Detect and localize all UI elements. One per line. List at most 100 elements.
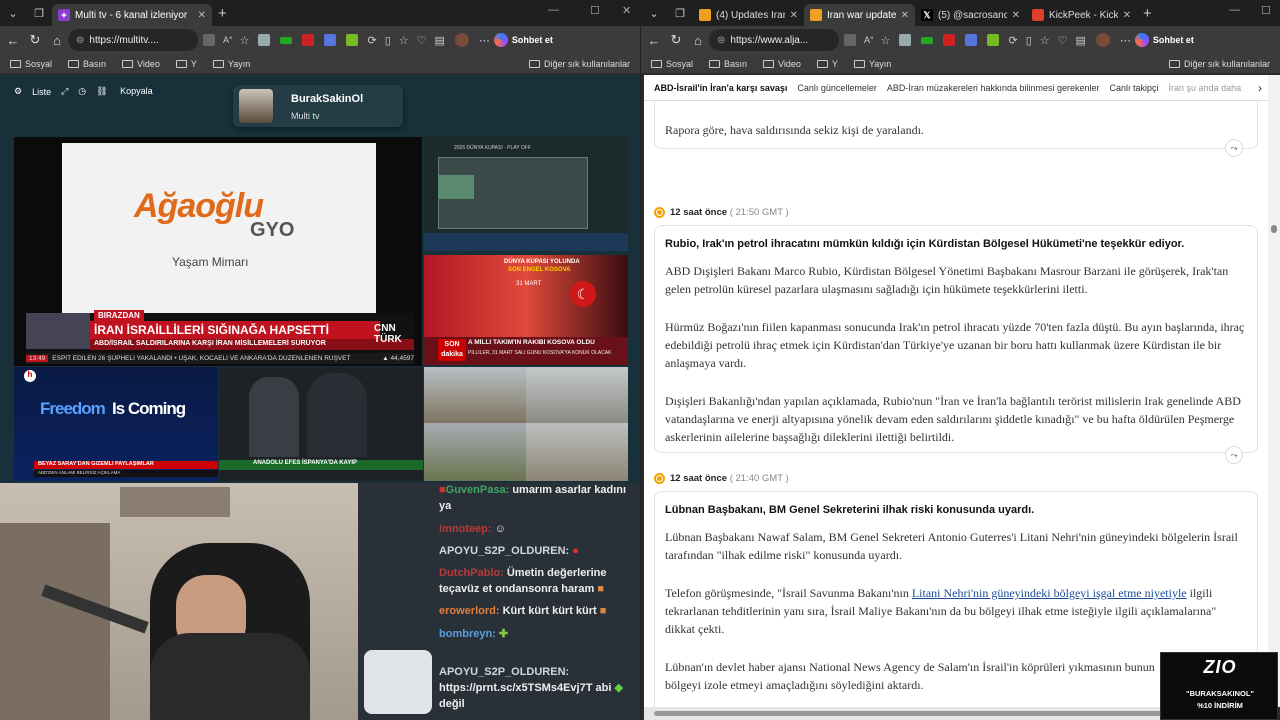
extensions-icon[interactable]: ⟳ — [1008, 34, 1017, 47]
translate-icon[interactable] — [203, 34, 215, 46]
ext-icon-2[interactable] — [280, 36, 293, 44]
extensions-icon[interactable]: ⟳ — [367, 34, 376, 47]
read-aloud-icon[interactable]: A° — [223, 35, 233, 45]
refresh-icon[interactable]: ↻ — [24, 32, 46, 48]
list-button[interactable]: Liste — [32, 87, 51, 97]
more-icon[interactable]: ⋯ — [1120, 34, 1131, 47]
ext-icon-2[interactable] — [921, 36, 934, 44]
close-tab-icon[interactable]: ✕ — [1123, 10, 1131, 21]
tab-menu-icon[interactable]: ⌄ — [641, 0, 667, 26]
back-icon[interactable]: ← — [2, 33, 24, 48]
vertical-scrollbar[interactable] — [1268, 75, 1280, 707]
close-tab-icon[interactable]: ✕ — [790, 10, 798, 21]
collections-icon[interactable]: ♡ — [1058, 34, 1068, 47]
ext-icon-3[interactable] — [302, 34, 315, 46]
subnav-item-active[interactable]: ABD-İsrail'in İran'a karşı savaşı — [654, 83, 787, 93]
main-stream-tile[interactable]: Ağaoğlu GYO Yaşam Mimarı BIRAZDAN İRAN İ… — [14, 137, 422, 366]
profile-avatar[interactable] — [1095, 33, 1110, 47]
home-icon[interactable]: ⌂ — [46, 33, 68, 48]
timer-icon[interactable]: ◷ — [78, 86, 86, 97]
ext-icon-4[interactable] — [324, 34, 337, 46]
bookmark-folder[interactable]: Basın — [709, 59, 747, 69]
close-window-icon[interactable]: ✕ — [622, 4, 631, 17]
city-cam-2 — [526, 367, 628, 423]
more-icon[interactable]: ⋯ — [479, 34, 490, 47]
favorite-star-icon[interactable]: ☆ — [881, 34, 891, 47]
channel-card[interactable]: BurakSakinOl Multi tv — [233, 85, 403, 127]
bookmark-folder[interactable]: Basın — [68, 59, 106, 69]
tab-updates-iran[interactable]: (4) Updates Iran war ✕ — [693, 4, 804, 26]
other-bookmarks[interactable]: Diğer sık kullanılanlar — [1168, 59, 1270, 69]
article-link[interactable]: Litani Nehri'nin güneyindeki bölgeyi işg… — [912, 586, 1187, 600]
bookmark-folder[interactable]: Yayın — [212, 59, 250, 69]
subnav-item[interactable]: Canlı takipçi — [1110, 83, 1159, 93]
stream-tile-kosova[interactable]: DÜNYA KUPASI YOLUNDA SON ENGEL KOSOVA 31… — [424, 255, 628, 365]
ext-icon-4[interactable] — [965, 34, 978, 46]
other-bookmarks[interactable]: Diğer sık kullanılanlar — [528, 59, 630, 69]
stream-tile-freedom[interactable]: h Freedom Is Coming BEYAZ SARAY'DAN GİZE… — [14, 367, 218, 481]
stream-tile-worldcup[interactable]: 2026 DÜNYA KUPASI · PLAY OFF — [424, 137, 628, 251]
ext-icon-1[interactable] — [899, 34, 912, 46]
stream-tile-cityview[interactable] — [424, 367, 628, 481]
bookmark-folder[interactable]: Video — [763, 59, 801, 69]
settings-icon[interactable]: ⚙ — [14, 86, 22, 97]
share-icon[interactable]: ⤳ — [1225, 139, 1243, 157]
ext-icon-5[interactable] — [346, 34, 359, 46]
translate-icon[interactable] — [844, 34, 856, 46]
favorites-icon[interactable]: ☆ — [399, 34, 409, 47]
ext-icon-3[interactable] — [943, 34, 956, 46]
close-tab-icon[interactable]: ✕ — [198, 10, 206, 21]
sponsor-overlay: ZIO "BURAKSAKINOL" %10 İNDİRİM — [1160, 652, 1278, 720]
ext-icon-5[interactable] — [987, 34, 1000, 46]
back-icon[interactable]: ← — [643, 33, 665, 48]
tab-kickpeek[interactable]: KickPeek - Kick.com ✕ — [1026, 4, 1137, 26]
bookmark-folder[interactable]: Sosyal — [651, 59, 693, 69]
home-icon[interactable]: ⌂ — [687, 33, 709, 48]
copilot-chat-button[interactable]: Sohbet et — [493, 33, 553, 47]
favorite-star-icon[interactable]: ☆ — [240, 34, 250, 47]
read-aloud-icon[interactable]: A° — [864, 35, 874, 45]
chevron-right-icon[interactable]: › — [1254, 80, 1262, 95]
new-tab-button[interactable]: + — [1143, 5, 1152, 22]
bookmark-folder[interactable]: Y — [816, 59, 838, 69]
refresh-icon[interactable]: ↻ — [665, 32, 687, 48]
bookmark-folder[interactable]: Y — [175, 59, 197, 69]
url-input[interactable]: ⊜ https://multitv.... — [68, 29, 198, 51]
split-screen-icon[interactable]: ▯ — [1026, 34, 1032, 47]
workspaces-icon[interactable]: ❐ — [26, 0, 52, 26]
tab-multitv[interactable]: ✦ Multi tv - 6 kanal izleniyor ✕ — [52, 4, 212, 26]
workspaces-icon[interactable]: ❐ — [667, 0, 693, 26]
tab-x-profile[interactable]: 𝕏 (5) @sacrosanctio/X ✕ — [915, 4, 1026, 26]
bookmark-folder[interactable]: Yayın — [853, 59, 891, 69]
subnav-item[interactable]: Canlı güncellemeler — [797, 83, 877, 93]
downloads-icon[interactable]: ▤ — [435, 34, 445, 47]
bookmark-folder[interactable]: Video — [122, 59, 160, 69]
favorites-icon[interactable]: ☆ — [1040, 34, 1050, 47]
tab-menu-icon[interactable]: ⌄ — [0, 0, 26, 26]
subnav-item[interactable]: ABD-İran müzakereleri hakkında bilinmesi… — [887, 83, 1100, 93]
collections-icon[interactable]: ♡ — [417, 34, 427, 47]
split-screen-icon[interactable]: ▯ — [385, 34, 391, 47]
downloads-icon[interactable]: ▤ — [1076, 34, 1086, 47]
subnav-item[interactable]: İran şu anda daha — [1169, 83, 1242, 93]
minimize-icon[interactable]: — — [548, 4, 559, 16]
stream-tile-basketball[interactable]: ANADOLU EFES İSPANYA'DA KAYIP — [219, 367, 423, 481]
copilot-chat-button[interactable]: Sohbet et — [1134, 33, 1194, 47]
scrollbar-thumb[interactable] — [1271, 225, 1277, 233]
copy-button[interactable]: ⛓ Kopyala — [96, 86, 162, 97]
maximize-icon[interactable]: ☐ — [1261, 4, 1271, 17]
ext-icon-1[interactable] — [258, 34, 271, 46]
close-tab-icon[interactable]: ✕ — [901, 10, 909, 21]
maximize-icon[interactable]: ☐ — [590, 4, 600, 17]
close-tab-icon[interactable]: ✕ — [1012, 10, 1020, 21]
bookmark-folder[interactable]: Sosyal — [10, 59, 52, 69]
profile-avatar[interactable] — [454, 33, 469, 47]
fullscreen-icon[interactable]: ⤢ — [61, 86, 68, 97]
minimize-icon[interactable]: — — [1229, 4, 1240, 16]
tab-iran-war-updates[interactable]: Iran war updates: US ✕ — [804, 4, 915, 26]
new-tab-button[interactable]: + — [218, 5, 227, 22]
site-info-icon[interactable]: ⊜ — [76, 35, 84, 46]
share-icon[interactable]: ⤳ — [1225, 446, 1243, 464]
url-input[interactable]: ⊜ https://www.alja... — [709, 29, 839, 51]
site-info-icon[interactable]: ⊜ — [717, 35, 725, 46]
